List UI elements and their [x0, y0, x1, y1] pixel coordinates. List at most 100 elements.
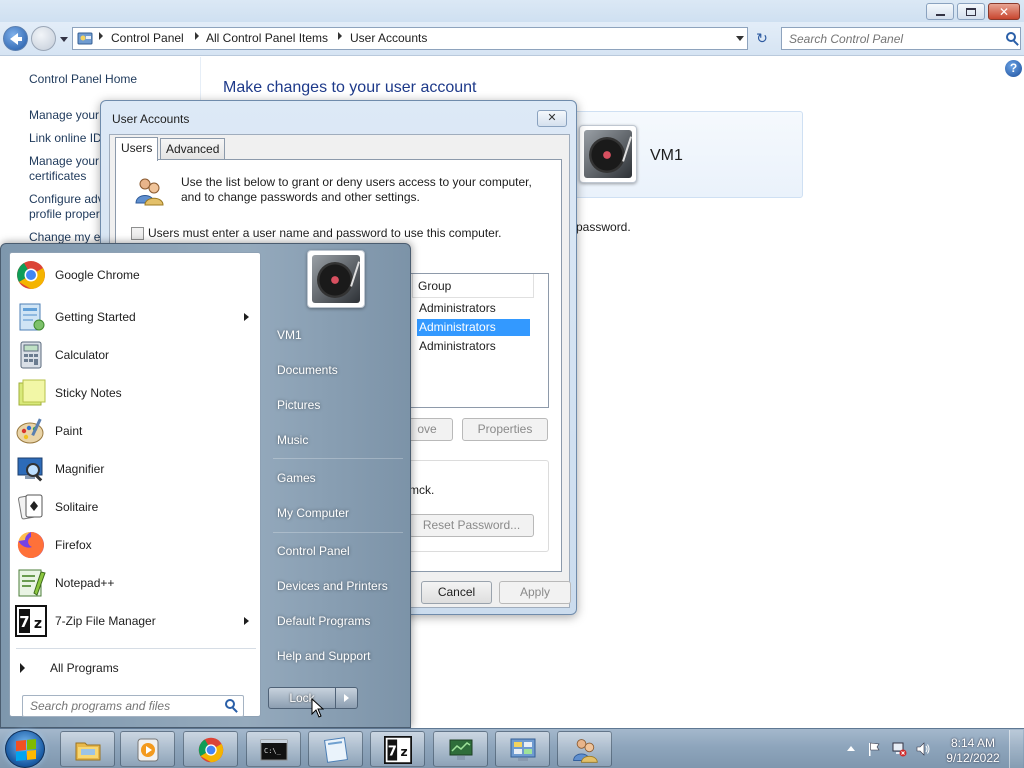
start-search-box[interactable]	[22, 695, 244, 717]
search-icon[interactable]	[225, 699, 235, 709]
start-link-devices-printers[interactable]: Devices and Printers	[277, 579, 388, 593]
start-link-pictures[interactable]: Pictures	[277, 398, 320, 412]
apply-button[interactable]: Apply	[499, 581, 571, 604]
network-status-icon[interactable]	[891, 741, 907, 757]
start-link-help-support[interactable]: Help and Support	[277, 649, 370, 663]
help-icon[interactable]: ?	[1005, 60, 1022, 77]
column-header-group[interactable]: Group	[412, 274, 534, 298]
address-dropdown-icon[interactable]	[736, 36, 744, 41]
breadcrumb-all-items[interactable]: All Control Panel Items	[206, 31, 328, 45]
taskbar-notepad[interactable]	[308, 731, 363, 767]
breadcrumb-separator[interactable]	[99, 32, 103, 40]
clock-date[interactable]: 9/12/2022	[943, 751, 1003, 765]
taskbar-user-accounts[interactable]	[557, 731, 612, 767]
taskbar-7zip[interactable]: 7 z	[370, 731, 425, 767]
program-magnifier[interactable]: Magnifier	[13, 451, 257, 487]
start-button[interactable]	[5, 730, 45, 768]
submenu-arrow-icon[interactable]	[244, 617, 249, 625]
search-icon[interactable]	[1006, 32, 1016, 42]
user-avatar[interactable]	[579, 125, 637, 183]
program-label: Magnifier	[55, 462, 105, 476]
must-enter-password-label[interactable]: Users must enter a user name and passwor…	[148, 226, 502, 240]
must-enter-password-checkbox[interactable]	[131, 226, 144, 240]
program-calculator[interactable]: Calculator	[13, 337, 257, 373]
address-bar[interactable]: Control Panel All Control Panel Items Us…	[72, 27, 748, 50]
breadcrumb-user-accounts[interactable]: User Accounts	[350, 31, 427, 45]
mouse-cursor-icon	[311, 698, 324, 718]
breadcrumb-control-panel[interactable]: Control Panel	[111, 31, 184, 45]
volume-icon[interactable]	[915, 741, 931, 757]
manage-certificates-link[interactable]: Manage your	[29, 154, 99, 169]
start-link-user[interactable]: VM1	[277, 328, 302, 342]
taskbar-media-player[interactable]	[120, 731, 175, 767]
clock-time[interactable]: 8:14 AM	[943, 736, 1003, 750]
start-link-music[interactable]: Music	[277, 433, 308, 447]
start-search-input[interactable]	[23, 696, 219, 716]
program-getting-started[interactable]: Getting Started	[13, 299, 257, 335]
dialog-close-button[interactable]: ✕	[537, 110, 567, 127]
refresh-icon[interactable]: ↻	[752, 30, 772, 48]
user-avatar[interactable]	[307, 250, 365, 308]
configure-profile-link-line2[interactable]: profile proper	[29, 207, 100, 222]
action-center-flag-icon[interactable]	[866, 741, 882, 757]
taskbar-explorer[interactable]	[60, 731, 115, 767]
taskbar-chrome[interactable]	[183, 731, 238, 767]
program-firefox[interactable]: Firefox	[13, 527, 257, 563]
lock-button[interactable]: Lock	[268, 687, 336, 709]
search-input[interactable]	[782, 28, 992, 49]
forward-button[interactable]	[31, 26, 56, 51]
restore-button[interactable]	[957, 3, 985, 20]
all-programs-label: All Programs	[50, 661, 119, 675]
taskbar: C:\_ 7 z 8:14 AM 9/12/2022	[0, 728, 1024, 768]
start-link-documents[interactable]: Documents	[277, 363, 338, 377]
must-enter-password-option[interactable]: Users must enter a user name and passwor…	[131, 226, 502, 240]
taskbar-command-prompt[interactable]: C:\_	[246, 731, 301, 767]
taskbar-network[interactable]	[433, 731, 488, 767]
close-button[interactable]: ✕	[988, 3, 1020, 20]
program-solitaire[interactable]: Solitaire	[13, 489, 257, 525]
manage-credentials-link[interactable]: Manage your	[29, 108, 99, 123]
start-link-default-programs[interactable]: Default Programs	[277, 614, 370, 628]
program-label: Getting Started	[55, 310, 136, 324]
recent-pages-dropdown[interactable]	[60, 37, 68, 42]
start-link-my-computer[interactable]: My Computer	[277, 506, 349, 520]
cmd-icon: C:\_	[260, 739, 288, 761]
configure-profile-link[interactable]: Configure adv	[29, 192, 104, 207]
show-desktop-button[interactable]	[1009, 730, 1023, 768]
control-panel-home-link[interactable]: Control Panel Home	[29, 72, 137, 87]
minimize-button[interactable]	[926, 3, 954, 20]
program-sticky-notes[interactable]: Sticky Notes	[13, 375, 257, 411]
cancel-button[interactable]: Cancel	[421, 581, 492, 604]
start-link-control-panel[interactable]: Control Panel	[277, 544, 350, 558]
shutdown-options-arrow[interactable]	[335, 687, 358, 709]
list-item-group[interactable]: Administrators	[417, 338, 530, 355]
properties-button[interactable]: Properties	[462, 418, 548, 441]
submenu-arrow-icon[interactable]	[244, 313, 249, 321]
list-item-group-selected[interactable]: Administrators	[417, 319, 530, 336]
breadcrumb-separator[interactable]	[338, 32, 342, 40]
program-notepadpp[interactable]: Notepad++	[13, 565, 257, 601]
taskbar-control-panel[interactable]	[495, 731, 550, 767]
chrome-icon	[198, 737, 224, 763]
dialog-description: Use the list below to grant or deny user…	[181, 175, 532, 204]
show-hidden-icons-arrow[interactable]	[847, 746, 855, 751]
control-panel-icon	[510, 738, 536, 761]
start-menu: Google Chrome Getting Started Calculator	[0, 243, 411, 728]
search-control-panel-box[interactable]	[781, 27, 1021, 50]
start-link-games[interactable]: Games	[277, 471, 316, 485]
link-online-ids-link[interactable]: Link online ID	[29, 131, 102, 146]
navigation-bar: Control Panel All Control Panel Items Us…	[0, 22, 1024, 56]
program-paint[interactable]: Paint	[13, 413, 257, 449]
breadcrumb-separator[interactable]	[195, 32, 199, 40]
list-item-group[interactable]: Administrators	[417, 300, 530, 317]
manage-certificates-link-line2[interactable]: certificates	[29, 169, 86, 184]
program-7zip[interactable]: 7 z 7-Zip File Manager	[13, 603, 257, 639]
reset-password-button[interactable]: Reset Password...	[409, 514, 534, 537]
all-programs-button[interactable]: All Programs	[20, 658, 119, 678]
tab-advanced[interactable]: Advanced	[160, 138, 226, 160]
back-button[interactable]	[3, 26, 28, 51]
tab-users[interactable]: Users	[115, 137, 159, 161]
program-google-chrome[interactable]: Google Chrome	[13, 257, 257, 293]
title-bar[interactable]: ✕	[0, 0, 1024, 22]
program-label: Notepad++	[55, 576, 115, 590]
